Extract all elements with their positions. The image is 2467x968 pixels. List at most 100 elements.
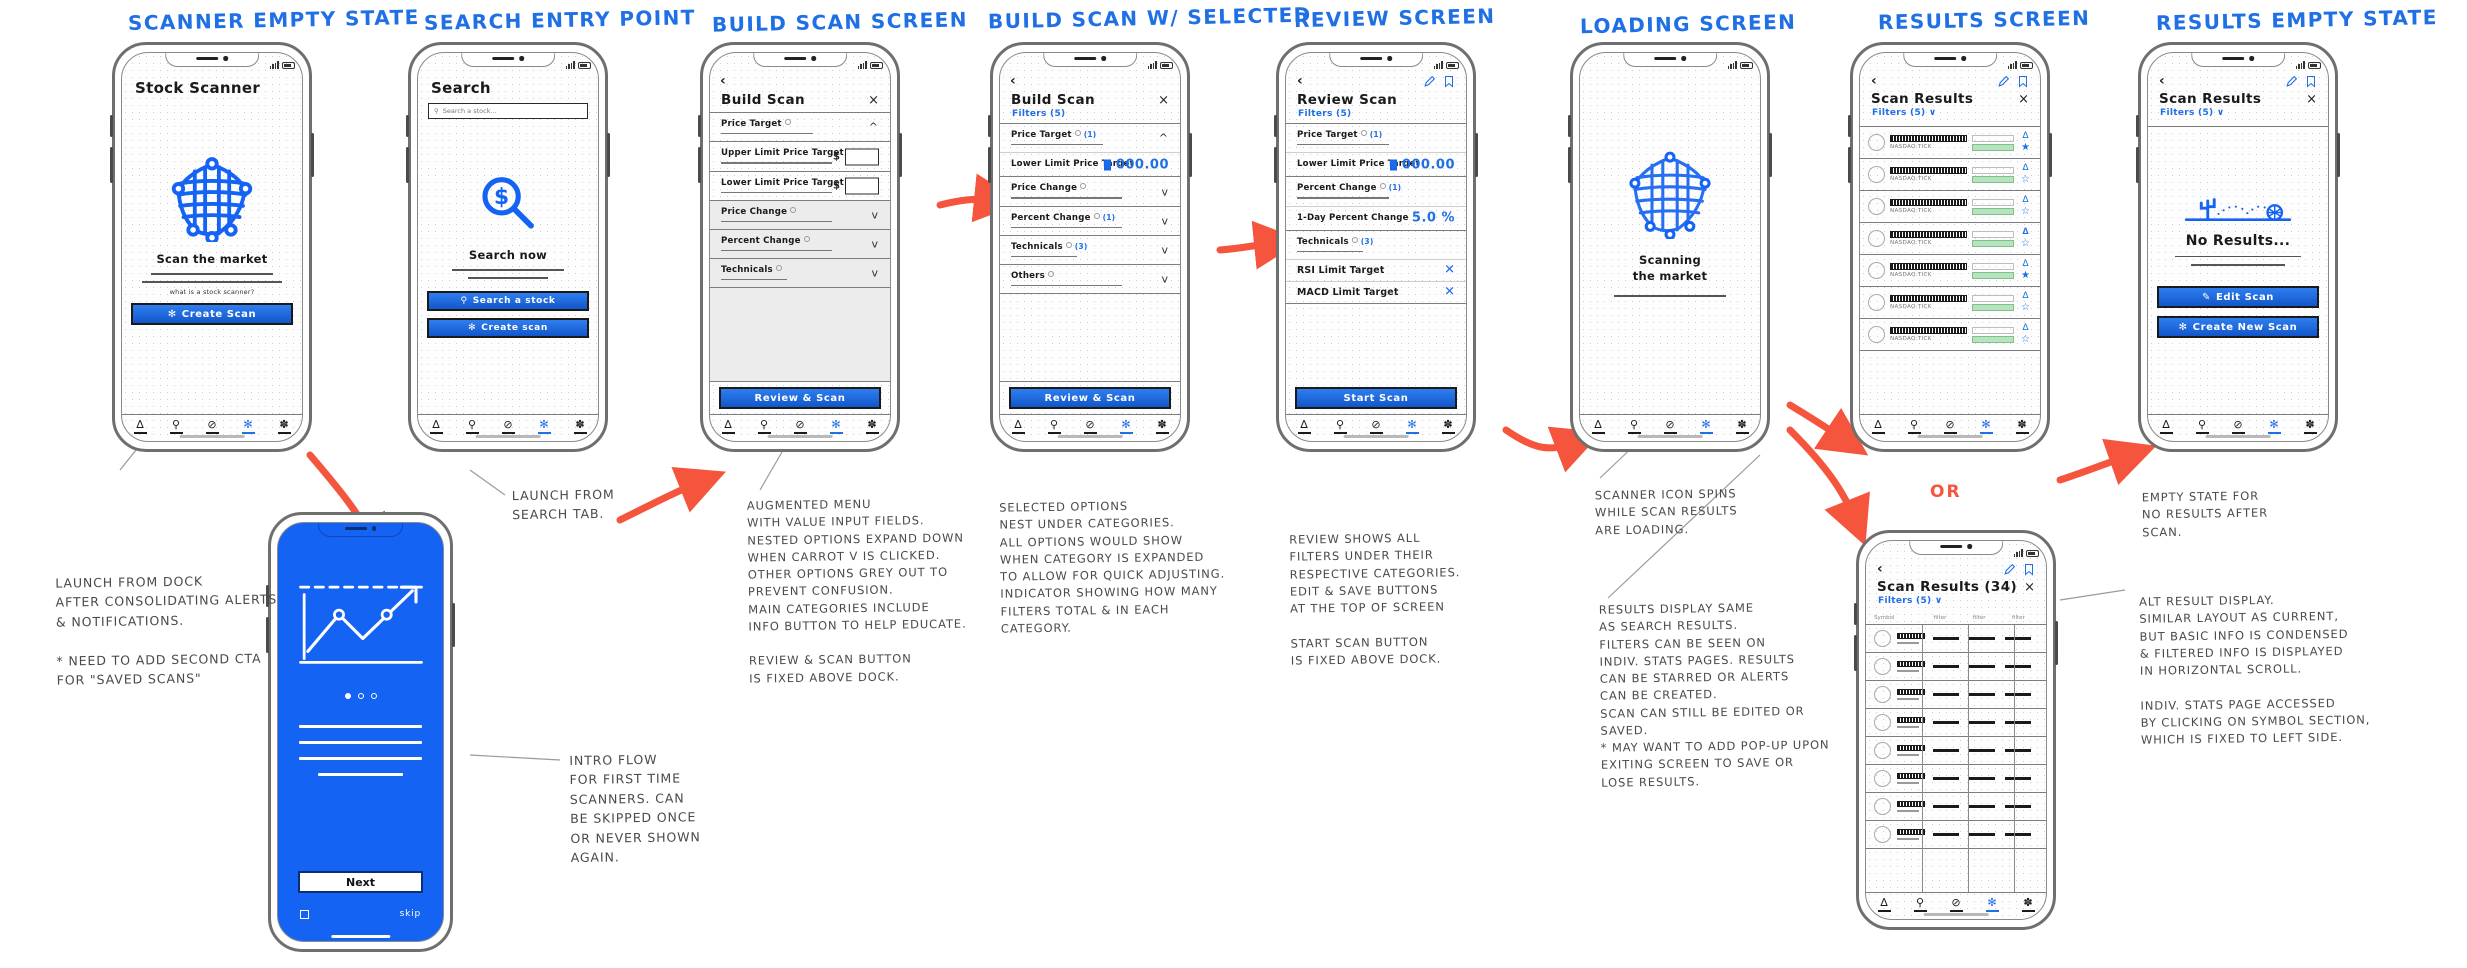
- dock-item-watchlist[interactable]: ⊘: [1081, 419, 1099, 434]
- favorite-star-icon[interactable]: ☆: [2021, 207, 2030, 217]
- dock-item-settings[interactable]: ✽: [2301, 419, 2319, 434]
- results-list[interactable]: NASDAQ:TICK ∆ ★ NASDAQ:TICK ∆ ☆ NASDAQ:TIC…: [1860, 127, 2040, 414]
- back-button[interactable]: ‹: [1297, 73, 1303, 89]
- remove-macd-filter-button[interactable]: ✕: [1444, 285, 1455, 300]
- dock-item-search[interactable]: ⚲: [2193, 419, 2211, 434]
- power-button[interactable]: [311, 133, 314, 177]
- favorite-star-icon[interactable]: ☆: [2021, 175, 2030, 185]
- dock-item-scanner[interactable]: ✻: [535, 419, 553, 434]
- dock-item-watchlist[interactable]: ⊘: [791, 419, 809, 434]
- dock-item-settings[interactable]: ✽: [275, 419, 293, 434]
- dock-item-settings[interactable]: ✽: [571, 419, 589, 434]
- table-row[interactable]: [1866, 625, 2046, 653]
- create-scan-button[interactable]: ✻ Create scan: [427, 317, 589, 338]
- start-scan-button[interactable]: Start Scan: [1295, 387, 1457, 410]
- dock-item-alerts[interactable]: ∆: [131, 419, 149, 434]
- filter-category-technicals[interactable]: Technicals (3) v: [1000, 236, 1180, 265]
- filters-dropdown[interactable]: Filters (5) ∨: [1860, 107, 2040, 118]
- filters-dropdown[interactable]: Filters (5) ∨: [1866, 595, 2046, 606]
- chevron-down-icon[interactable]: v: [1161, 185, 1168, 198]
- filter-category-price-change[interactable]: Price Change v: [1000, 177, 1180, 207]
- close-icon[interactable]: ×: [868, 94, 879, 107]
- info-icon[interactable]: [775, 264, 782, 271]
- info-icon[interactable]: [1080, 183, 1087, 190]
- dock-item-watchlist[interactable]: ⊘: [2229, 419, 2247, 434]
- power-button[interactable]: [899, 133, 902, 177]
- chevron-down-icon[interactable]: v: [871, 237, 878, 250]
- dock-item-scanner[interactable]: ✻: [1403, 419, 1421, 434]
- info-icon[interactable]: [1047, 270, 1054, 277]
- table-row[interactable]: [1866, 821, 2046, 849]
- close-icon[interactable]: ×: [2018, 93, 2029, 106]
- dock-item-alerts[interactable]: ∆: [1589, 419, 1607, 434]
- table-row[interactable]: [1866, 681, 2046, 709]
- remove-rsi-filter-button[interactable]: ✕: [1444, 263, 1455, 278]
- filter-category-technicals[interactable]: Technicals v: [710, 258, 890, 288]
- dock-item-watchlist[interactable]: ⊘: [1367, 419, 1385, 434]
- dock-item-search[interactable]: ⚲: [1911, 897, 1929, 912]
- bookmark-icon[interactable]: [1443, 75, 1455, 88]
- filters-count-label[interactable]: Filters (5): [1286, 108, 1466, 119]
- filter-category-price-change[interactable]: Price Change v: [710, 200, 890, 230]
- back-button[interactable]: ‹: [1871, 73, 1877, 89]
- dock-item-alerts[interactable]: ∆: [1869, 419, 1887, 434]
- result-row[interactable]: NASDAQ:TICK ∆ ☆: [1860, 287, 2040, 320]
- chevron-down-icon[interactable]: v: [871, 266, 878, 279]
- create-scan-button[interactable]: ✻ Create Scan: [131, 303, 293, 325]
- dock-item-settings[interactable]: ✽: [1153, 419, 1171, 434]
- result-row[interactable]: NASDAQ:TICK ∆ ☆: [1860, 191, 2040, 224]
- power-button[interactable]: [1475, 133, 1478, 177]
- close-icon[interactable]: ×: [2306, 93, 2317, 106]
- close-icon[interactable]: ×: [2024, 581, 2035, 594]
- filter-category-percent-change[interactable]: Percent Change v: [710, 229, 890, 259]
- back-button[interactable]: ‹: [1877, 561, 1883, 577]
- table-row[interactable]: [1866, 653, 2046, 681]
- dock-item-watchlist[interactable]: ⊘: [499, 419, 517, 434]
- dock-item-alerts[interactable]: ∆: [1009, 419, 1027, 434]
- result-row[interactable]: NASDAQ:TICK ∆ ☆: [1860, 319, 2040, 352]
- carousel-dots[interactable]: [278, 693, 443, 699]
- filter-value-lower-limit-price-target[interactable]: Lower Limit Price Target $ 000.00: [1000, 153, 1180, 178]
- search-input[interactable]: ⚲ Search a stock...: [428, 103, 588, 119]
- result-row[interactable]: NASDAQ:TICK ∆ ☆: [1860, 159, 2040, 192]
- search-a-stock-button[interactable]: ⚲ Search a stock: [427, 290, 589, 311]
- dock-item-alerts[interactable]: ∆: [427, 419, 445, 434]
- dock-item-scanner[interactable]: ✻: [2265, 419, 2283, 434]
- favorite-star-icon[interactable]: ★: [2021, 271, 2030, 281]
- table-row[interactable]: [1866, 765, 2046, 793]
- chevron-up-icon[interactable]: ^: [869, 121, 878, 134]
- power-button[interactable]: [2049, 133, 2052, 177]
- chevron-down-icon[interactable]: v: [1161, 243, 1168, 256]
- info-icon[interactable]: [1379, 183, 1386, 190]
- dock-item-scanner[interactable]: ✻: [827, 419, 845, 434]
- dock-item-scanner[interactable]: ✻: [1983, 897, 2001, 912]
- dock-item-search[interactable]: ⚲: [1045, 419, 1063, 434]
- alt-results-table[interactable]: [1866, 625, 2046, 893]
- info-icon[interactable]: [1074, 130, 1081, 137]
- power-button[interactable]: [607, 133, 610, 177]
- create-new-scan-button[interactable]: ✻ Create New Scan: [2157, 316, 2319, 339]
- dock-item-scanner[interactable]: ✻: [1977, 419, 1995, 434]
- dock-item-scanner[interactable]: ✻: [1697, 419, 1715, 434]
- info-icon[interactable]: [784, 119, 791, 126]
- table-row[interactable]: [1866, 737, 2046, 765]
- power-button[interactable]: [452, 603, 455, 647]
- filter-input-upper-limit-price-target[interactable]: Upper Limit Price Target $: [710, 142, 890, 172]
- alert-bell-active-icon[interactable]: ∆: [2022, 228, 2028, 237]
- power-button[interactable]: [1769, 133, 1772, 177]
- filter-input-lower-limit-price-target[interactable]: Lower Limit Price Target $: [710, 172, 890, 201]
- bookmark-icon[interactable]: [2305, 75, 2317, 88]
- dock-item-scanner[interactable]: ✻: [1117, 419, 1135, 434]
- result-row[interactable]: NASDAQ:TICK ∆ ★: [1860, 127, 2040, 160]
- dock-item-settings[interactable]: ✽: [2019, 897, 2037, 912]
- alert-bell-icon[interactable]: ∆: [2022, 164, 2028, 173]
- table-row[interactable]: [1866, 709, 2046, 737]
- dock-item-search[interactable]: ⚲: [755, 419, 773, 434]
- bookmark-icon[interactable]: [2023, 563, 2035, 576]
- dock-item-alerts[interactable]: ∆: [719, 419, 737, 434]
- power-button[interactable]: [2337, 133, 2340, 177]
- favorite-star-icon[interactable]: ★: [2021, 143, 2030, 153]
- info-icon[interactable]: [790, 206, 797, 213]
- bookmark-icon[interactable]: [2017, 75, 2029, 88]
- info-icon[interactable]: [1093, 212, 1100, 219]
